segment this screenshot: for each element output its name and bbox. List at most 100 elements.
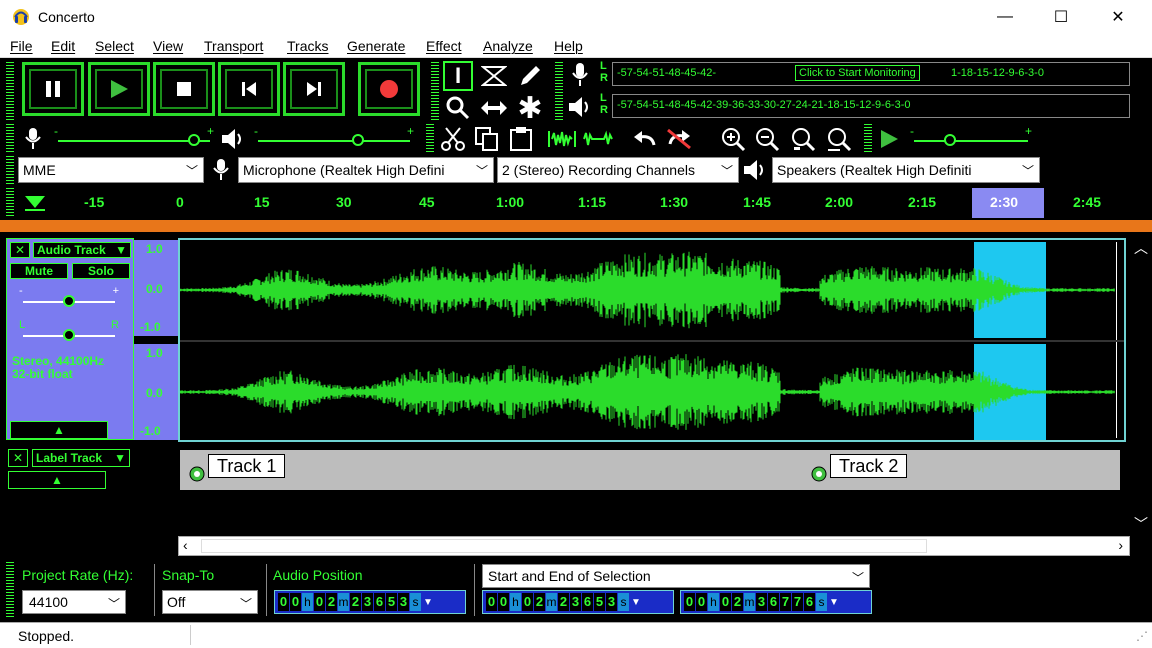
pan-slider[interactable]: L R [19, 319, 119, 347]
edit-toolbar-grip[interactable] [426, 124, 434, 152]
menu-transport[interactable]: Transport [204, 38, 263, 54]
audio-waveform-area[interactable] [178, 238, 1126, 442]
menu-edit[interactable]: Edit [51, 38, 75, 54]
label-track-1[interactable]: Track 1 [208, 454, 286, 478]
skip-to-end-button[interactable] [283, 62, 345, 116]
transport-toolbar-grip[interactable] [6, 62, 14, 120]
start-monitoring-button[interactable]: Click to Start Monitoring [795, 65, 920, 81]
menu-help[interactable]: Help [554, 38, 583, 54]
silence-audio-button[interactable] [580, 124, 616, 154]
menu-file[interactable]: File [10, 38, 33, 54]
audio-position-time[interactable]: 0 0 h 0 2 m 2 3 6 5 3 s ▼ [274, 590, 466, 614]
label-marker-icon[interactable] [188, 464, 206, 484]
solo-button[interactable]: Solo [72, 263, 130, 279]
meter-toolbar-grip[interactable] [555, 62, 563, 120]
scroll-right-icon[interactable]: › [1118, 537, 1123, 553]
scroll-up-icon[interactable]: ︿ [1134, 238, 1148, 258]
device-toolbar-grip[interactable] [6, 156, 14, 184]
scroll-down-icon[interactable]: ﹀ [1134, 514, 1148, 534]
label-track-2[interactable]: Track 2 [830, 454, 908, 478]
stop-button[interactable] [153, 62, 215, 116]
close-button[interactable]: ✕ [1090, 0, 1146, 34]
time-shift-tool-button[interactable] [479, 93, 509, 123]
time-format-dropdown-icon[interactable]: ▼ [423, 597, 433, 608]
zoom-in-button[interactable] [718, 124, 748, 154]
close-label-track-button[interactable]: ✕ [8, 449, 28, 467]
envelope-tool-button[interactable] [479, 61, 509, 91]
play-head-icon[interactable] [24, 194, 46, 212]
menu-effect[interactable]: Effect [426, 38, 462, 54]
zoom-out-button[interactable] [752, 124, 782, 154]
multi-tool-button[interactable]: ✱ [515, 92, 545, 125]
label-track-menu-button[interactable]: Label Track ▼ [32, 449, 130, 467]
playback-volume-slider[interactable]: - + [254, 124, 414, 148]
fit-project-button[interactable] [824, 124, 854, 154]
horizontal-scrollbar[interactable]: ‹ › [178, 536, 1130, 556]
timeline-ruler[interactable]: -15 0 15 30 45 1:00 1:15 1:30 1:45 2:00 … [0, 186, 1152, 220]
pan-thumb[interactable] [63, 329, 75, 341]
mixer-toolbar-grip[interactable] [6, 124, 14, 152]
selection-mode-select[interactable]: Start and End of Selection ﹀ [482, 564, 870, 588]
selection-tool-button[interactable]: I [443, 61, 473, 91]
scroll-left-icon[interactable]: ‹ [183, 537, 188, 553]
gain-thumb[interactable] [63, 295, 75, 307]
input-device-select[interactable]: Microphone (Realtek High Defini ﹀ [238, 157, 494, 183]
playback-speed-slider[interactable]: - + [910, 124, 1032, 148]
time-format-dropdown-icon[interactable]: ▼ [829, 597, 839, 608]
selection-start-time[interactable]: 0 0 h 0 2 m 2 3 6 5 3 s ▼ [482, 590, 674, 614]
trim-audio-button[interactable] [544, 124, 580, 154]
menu-select[interactable]: Select [95, 38, 134, 54]
draw-tool-button[interactable] [515, 61, 545, 91]
output-device-select[interactable]: Speakers (Realtek High Definiti ﹀ [772, 157, 1040, 183]
record-meter-button[interactable] [565, 60, 595, 90]
playback-volume-thumb[interactable] [352, 134, 364, 146]
redo-button[interactable] [664, 124, 694, 154]
maximize-button[interactable]: ☐ [1033, 0, 1089, 34]
mute-button[interactable]: Mute [10, 263, 68, 279]
record-volume-slider[interactable]: - + [54, 124, 214, 148]
close-track-button[interactable]: ✕ [10, 242, 30, 258]
cut-button[interactable] [438, 124, 468, 154]
pause-button[interactable] [22, 62, 84, 116]
selection-end-time[interactable]: 0 0 h 0 2 m 3 6 7 7 6 s ▼ [680, 590, 872, 614]
label-track-area[interactable]: Track 1 Track 2 [180, 450, 1120, 490]
tools-toolbar-grip[interactable] [431, 62, 439, 120]
record-button[interactable] [358, 62, 420, 116]
playback-speed-thumb[interactable] [944, 134, 956, 146]
gain-slider[interactable]: - + [19, 285, 119, 313]
recording-channels-select[interactable]: 2 (Stereo) Recording Channels ﹀ [497, 157, 739, 183]
playback-meter[interactable]: -57-54-51-48-45-42-39-36-33-30-27-24-21-… [612, 94, 1130, 118]
zoom-tool-button[interactable] [443, 93, 473, 123]
playback-meter-button[interactable] [565, 92, 595, 122]
menu-view[interactable]: View [153, 38, 183, 54]
audio-track-control-panel[interactable]: ✕ Audio Track ▼ Mute Solo - + L R Stereo,… [6, 238, 134, 440]
label-marker-icon[interactable] [810, 464, 828, 484]
play-button[interactable] [88, 62, 150, 116]
snap-to-select[interactable]: Off ﹀ [162, 590, 258, 614]
horizontal-scroll-thumb[interactable] [201, 539, 927, 553]
play-at-speed-button[interactable] [874, 124, 904, 154]
play-at-speed-grip[interactable] [864, 124, 872, 152]
timeline-grip[interactable] [6, 188, 14, 218]
copy-button[interactable] [472, 124, 502, 154]
menu-analyze[interactable]: Analyze [483, 38, 533, 54]
record-meter[interactable]: -57-54-51-48-45-42- Click to Start Monit… [612, 62, 1130, 86]
skip-to-start-button[interactable] [218, 62, 280, 116]
record-volume-thumb[interactable] [188, 134, 200, 146]
collapse-track-button[interactable]: ▲ [10, 421, 108, 439]
undo-button[interactable] [630, 124, 660, 154]
fit-selection-button[interactable] [788, 124, 818, 154]
menu-tracks[interactable]: Tracks [287, 38, 328, 54]
menu-generate[interactable]: Generate [347, 38, 405, 54]
timeline-scrub-bar[interactable] [0, 220, 1152, 232]
resize-grip-icon[interactable]: ⋰ [1136, 629, 1148, 643]
project-rate-select[interactable]: 44100 ﹀ [22, 590, 126, 614]
selection-toolbar-grip[interactable] [6, 562, 14, 618]
collapse-label-track-button[interactable]: ▲ [8, 471, 106, 489]
minimize-button[interactable]: — [977, 0, 1033, 34]
audio-host-select[interactable]: MME ﹀ [18, 157, 204, 183]
audio-track-menu-button[interactable]: Audio Track ▼ [33, 242, 131, 258]
paste-button[interactable] [506, 124, 536, 154]
vertical-scrollbar[interactable]: ︿ ﹀ [1130, 232, 1152, 538]
time-format-dropdown-icon[interactable]: ▼ [631, 597, 641, 608]
